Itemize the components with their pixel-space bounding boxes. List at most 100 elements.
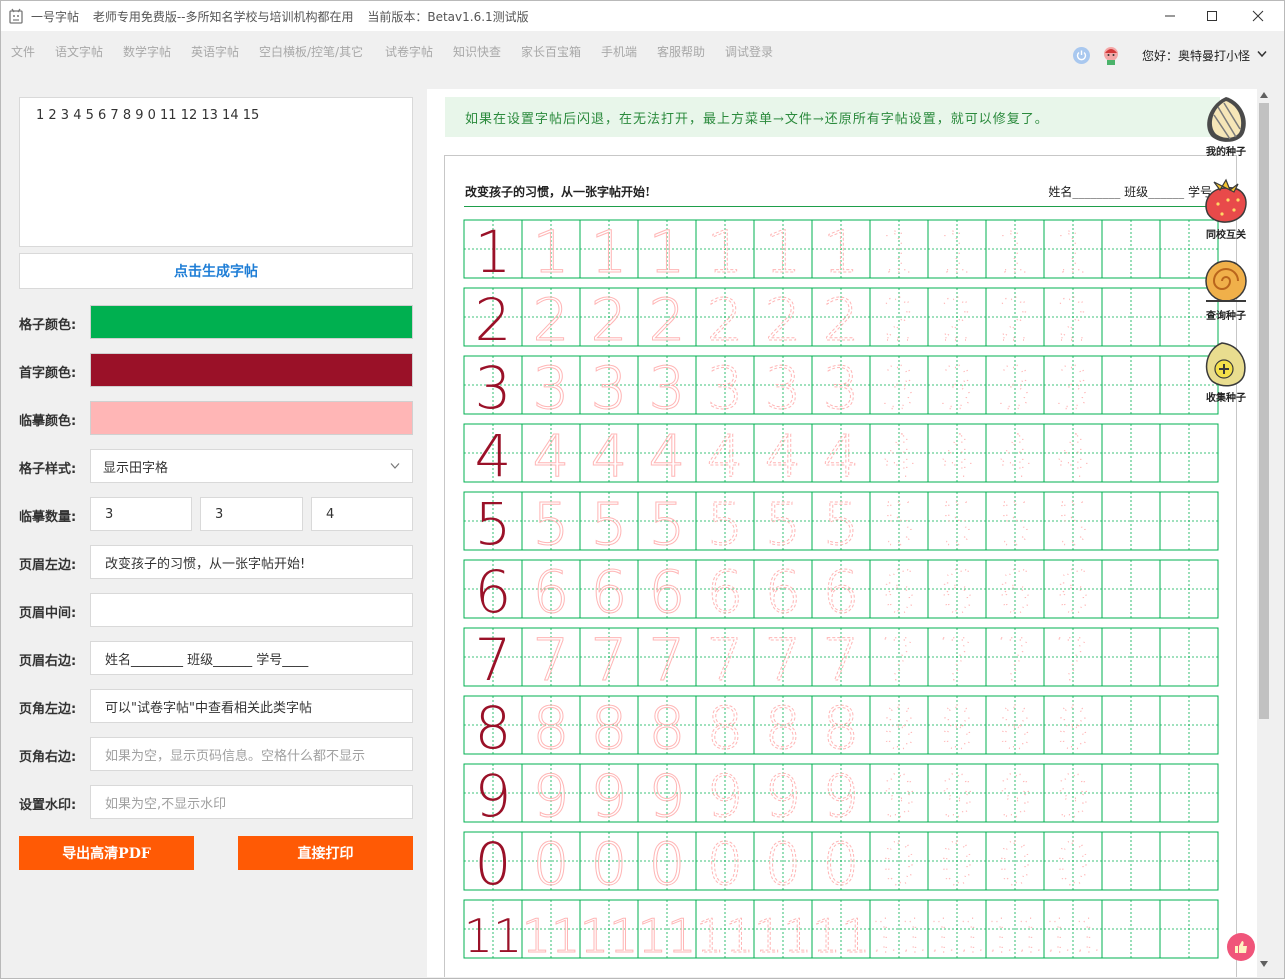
- app-logo-icon: [9, 8, 23, 24]
- like-button[interactable]: [1227, 933, 1255, 961]
- dotted-trace-character: 11: [986, 909, 1045, 963]
- export-pdf-button[interactable]: 导出高清PDF: [19, 836, 194, 870]
- power-icon[interactable]: [1073, 47, 1090, 64]
- header-middle-label: 页眉中间:: [19, 606, 77, 621]
- user-greeting[interactable]: 您好：奥特曼打小怪: [1142, 47, 1250, 64]
- trace-character: 4: [707, 422, 744, 490]
- trace-character: 0: [533, 830, 570, 898]
- practice-row: 66666666666: [463, 557, 1219, 627]
- menu-help[interactable]: 客服帮助: [657, 43, 705, 60]
- trace-character: 5: [649, 490, 686, 558]
- menu-mobile[interactable]: 手机端: [601, 43, 637, 60]
- print-button[interactable]: 直接打印: [238, 836, 413, 870]
- menu-file[interactable]: 文件: [11, 43, 35, 60]
- trace-character: 2: [591, 286, 628, 354]
- footer-right-input[interactable]: 如果为空，显示页码信息。空格什么都不显示: [90, 737, 413, 771]
- close-button[interactable]: [1235, 1, 1281, 31]
- first-char-color-swatch[interactable]: [90, 353, 413, 387]
- content-input[interactable]: 1 2 3 4 5 6 7 8 9 0 11 12 13 14 15: [19, 97, 413, 247]
- dotted-trace-character: 7: [1055, 626, 1092, 694]
- trace-character: 5: [823, 490, 860, 558]
- footer-left-input[interactable]: 可以"试卷字帖"中查看相关此类字帖: [90, 689, 413, 723]
- trace-count-label: 临摹数量:: [19, 510, 77, 525]
- menu-blank-templates[interactable]: 空白横板/控笔/其它: [259, 43, 363, 60]
- app-version: 当前版本：Betav1.6.1测试版: [367, 10, 529, 24]
- school-follow-button[interactable]: 同校互关: [1198, 176, 1254, 241]
- grid-color-swatch[interactable]: [90, 305, 413, 339]
- dotted-trace-character: 2: [1055, 286, 1092, 354]
- trace-character: 3: [823, 354, 860, 422]
- footer-right-label: 页角右边:: [19, 750, 77, 765]
- trace-count-input-1[interactable]: 3: [90, 497, 192, 531]
- menu-parent-toolbox[interactable]: 家长百宝箱: [521, 43, 581, 60]
- trace-character: 0: [823, 830, 860, 898]
- practice-row: 99999999999: [463, 761, 1219, 831]
- dotted-trace-character: 3: [881, 354, 918, 422]
- menu-debug-login[interactable]: 调试登录: [725, 43, 773, 60]
- generate-button[interactable]: 点击生成字帖: [19, 253, 413, 289]
- minimize-button[interactable]: [1147, 1, 1193, 31]
- dotted-trace-character: 6: [997, 558, 1034, 626]
- snail-icon: [1205, 260, 1247, 302]
- menu-english[interactable]: 英语字帖: [191, 43, 239, 60]
- trace-character: 6: [707, 558, 744, 626]
- first-character: 4: [475, 422, 512, 490]
- trace-character: 9: [649, 762, 686, 830]
- trace-color-swatch[interactable]: [90, 401, 413, 435]
- dotted-trace-character: 4: [939, 422, 976, 490]
- practice-row: 44444444444: [463, 421, 1219, 491]
- dotted-trace-character: 1: [881, 218, 918, 286]
- dotted-trace-character: 2: [997, 286, 1034, 354]
- header-left-input[interactable]: 改变孩子的习惯，从一张字帖开始!: [90, 545, 413, 579]
- dotted-trace-character: 3: [1055, 354, 1092, 422]
- settings-panel: 1 2 3 4 5 6 7 8 9 0 11 12 13 14 15 点击生成字…: [1, 77, 427, 977]
- first-color-label: 首字颜色:: [19, 366, 77, 381]
- maximize-button[interactable]: [1189, 1, 1235, 31]
- dotted-trace-character: 4: [997, 422, 1034, 490]
- trace-character: 8: [823, 694, 860, 762]
- trace-character: 7: [765, 626, 802, 694]
- trace-character: 5: [533, 490, 570, 558]
- menu-math[interactable]: 数学字帖: [123, 43, 171, 60]
- my-seeds-button[interactable]: 我的种子: [1198, 93, 1254, 158]
- dotted-trace-character: 8: [1055, 694, 1092, 762]
- dotted-trace-character: 7: [997, 626, 1034, 694]
- scroll-up-icon[interactable]: [1260, 92, 1268, 98]
- query-seeds-button[interactable]: 查询种子: [1198, 257, 1254, 322]
- chevron-down-icon[interactable]: [1257, 50, 1267, 58]
- dotted-trace-character: 9: [1055, 762, 1092, 830]
- trace-character: 4: [533, 422, 570, 490]
- dotted-trace-character: 6: [939, 558, 976, 626]
- user-avatar-icon[interactable]: [1102, 45, 1120, 65]
- trace-character: 6: [533, 558, 570, 626]
- menu-exam[interactable]: 试卷字帖: [385, 43, 433, 60]
- first-character: 2: [475, 286, 512, 354]
- trace-count-input-3[interactable]: 4: [311, 497, 413, 531]
- collect-seed-icon: [1205, 342, 1246, 387]
- app-name: 一号字帖: [31, 10, 80, 24]
- practice-grid: 1 1 1 1 1 1 1 1 1 1 12 2 2 2 2 2 2 2 2 2 23 3 3 3 3 3 3 3 3 3 34 4 4 4 4 4 4…: [463, 217, 1219, 964]
- header-right-input[interactable]: 姓名________ 班级______ 学号____: [90, 641, 413, 675]
- window-title: 一号字帖 老师专用免费版--多所知名学校与培训机构都在用 当前版本：Betav1…: [31, 8, 539, 25]
- trace-count-input-2[interactable]: 3: [200, 497, 303, 531]
- menu-chinese[interactable]: 语文字帖: [55, 43, 103, 60]
- header-middle-input[interactable]: [90, 593, 413, 627]
- trace-character: 5: [765, 490, 802, 558]
- trace-character: 11: [580, 909, 639, 963]
- grid-style-select[interactable]: 显示田字格: [90, 449, 413, 483]
- scroll-thumb[interactable]: [1259, 103, 1269, 719]
- trace-character: 2: [823, 286, 860, 354]
- dotted-trace-character: 1: [997, 218, 1034, 286]
- collect-seeds-button[interactable]: 收集种子: [1198, 339, 1254, 404]
- first-character: 3: [475, 354, 512, 422]
- trace-character: 7: [707, 626, 744, 694]
- vertical-scrollbar[interactable]: [1257, 89, 1271, 977]
- trace-character: 11: [638, 909, 697, 963]
- title-bar: 一号字帖 老师专用免费版--多所知名学校与培训机构都在用 当前版本：Betav1…: [1, 1, 1284, 31]
- watermark-input[interactable]: 如果为空,不显示水印: [90, 785, 413, 819]
- first-character: 9: [475, 762, 512, 830]
- menu-knowledge[interactable]: 知识快查: [453, 43, 501, 60]
- trace-character: 7: [823, 626, 860, 694]
- dotted-trace-character: 3: [939, 354, 976, 422]
- scroll-down-icon[interactable]: [1260, 961, 1268, 967]
